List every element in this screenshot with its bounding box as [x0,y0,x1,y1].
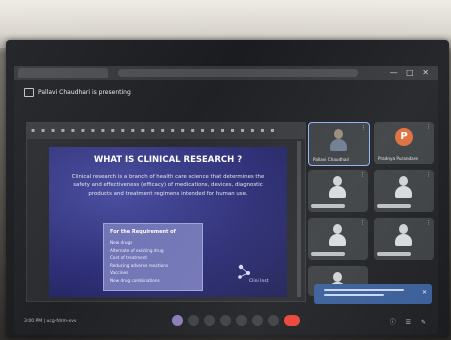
slide-logo-text: Clini Inst [249,279,269,284]
mic-icon: ⋮ [361,125,366,131]
camera-button[interactable] [204,315,215,326]
mic-icon: ⋮ [426,124,431,130]
participant-name: Pallavi Chaudhari [313,157,350,162]
avatar: P [395,128,413,146]
participant-video [394,176,412,198]
participant-video [328,224,346,246]
slide-body: Clinical research is a branch of health … [71,174,265,197]
presenting-label: Pallavi Chaudhari is presenting [38,89,131,96]
shared-screen: ▪ ▪ ▪ ▪ ▪ ▪ ▪ ▪ ▪ ▪ ▪ ▪ ▪ ▪ ▪ ▪ ▪ ▪ ▪ ▪ … [26,122,306,302]
molecule-logo-icon [238,264,250,279]
reaction-button[interactable] [172,315,183,326]
notification-text [324,289,404,299]
list-item: Alternate of existing drug [110,247,164,253]
slide-title: WHAT IS CLINICAL RESEARCH ? [93,155,243,165]
present-button[interactable] [252,315,263,326]
browser-tab-bar: — □ ✕ [14,66,438,80]
participant-name-pill [377,204,411,208]
list-item: Vaccines [110,270,129,276]
mic-icon: ⋮ [360,172,365,178]
participant-tile[interactable]: ⋮ [308,170,368,212]
participant-name-pill [311,204,345,208]
close-icon[interactable]: ✕ [422,289,427,296]
participant-video [328,176,346,198]
meeting-controls-bar: 3:00 PM | ucg-fdrm-xvv ⓘ ☰ ✎ [14,308,438,334]
window-controls[interactable]: — □ ✕ [390,68,432,77]
browser-tab[interactable] [18,68,108,78]
participant-tile[interactable]: Pallavi Chaudhari ⋮ [308,122,370,166]
mic-button[interactable] [188,315,199,326]
address-bar[interactable] [118,69,358,77]
slideshow-toolbar: ▪ ▪ ▪ ▪ ▪ ▪ ▪ ▪ ▪ ▪ ▪ ▪ ▪ ▪ ▪ ▪ ▪ ▪ ▪ ▪ … [27,123,305,139]
side-panel-controls[interactable]: ⓘ ☰ ✎ [390,317,430,326]
presentation-icon [24,88,34,97]
meeting-time-code: 3:00 PM | ucg-fdrm-xvv [24,319,77,324]
participant-tile[interactable]: ⋮ [374,218,434,260]
mic-icon: ⋮ [426,220,431,226]
requirements-list: New drugs Alternate of existing drug Cos… [110,239,168,285]
participants-grid: Pallavi Chaudhari ⋮ P Pradnya Purandare … [308,122,434,300]
participant-name: Pradnya Purandare [378,156,418,161]
presentation-slide: WHAT IS CLINICAL RESEARCH ? Clinical res… [49,147,287,297]
more-options-button[interactable] [268,315,279,326]
participant-tile[interactable]: ⋮ [374,170,434,212]
captions-button[interactable] [220,315,231,326]
list-item: New drugs [110,240,133,245]
requirements-heading: For the Requirement of [110,229,176,235]
join-notification[interactable]: ✕ [314,284,432,304]
mic-icon: ⋮ [426,172,431,178]
toolbar-icons[interactable]: ▪ ▪ ▪ ▪ ▪ ▪ ▪ ▪ ▪ ▪ ▪ ▪ ▪ ▪ ▪ ▪ ▪ ▪ ▪ ▪ … [31,127,276,134]
slide-scrollbar[interactable] [297,141,301,297]
participant-name-pill [377,252,411,256]
mic-icon: ⋮ [360,220,365,226]
participant-name-pill [311,252,345,256]
list-item: Reducing adverse reactions [110,262,169,268]
monitor-screen: — □ ✕ Pallavi Chaudhari is presenting ▪ … [14,66,438,334]
participant-tile[interactable]: P Pradnya Purandare ⋮ [374,122,434,164]
list-item: New drug combinations [110,277,160,283]
raise-hand-button[interactable] [236,315,247,326]
slide-logo: Clini Inst [233,259,277,289]
participant-video [394,224,412,246]
meet-header: Pallavi Chaudhari is presenting [14,80,438,108]
participant-tile[interactable]: ⋮ [308,218,368,260]
participant-video [329,129,347,151]
requirements-box: For the Requirement of New drugs Alterna… [103,223,203,291]
hangup-icon[interactable] [284,315,300,326]
list-item: Cost of treatment [110,255,148,261]
